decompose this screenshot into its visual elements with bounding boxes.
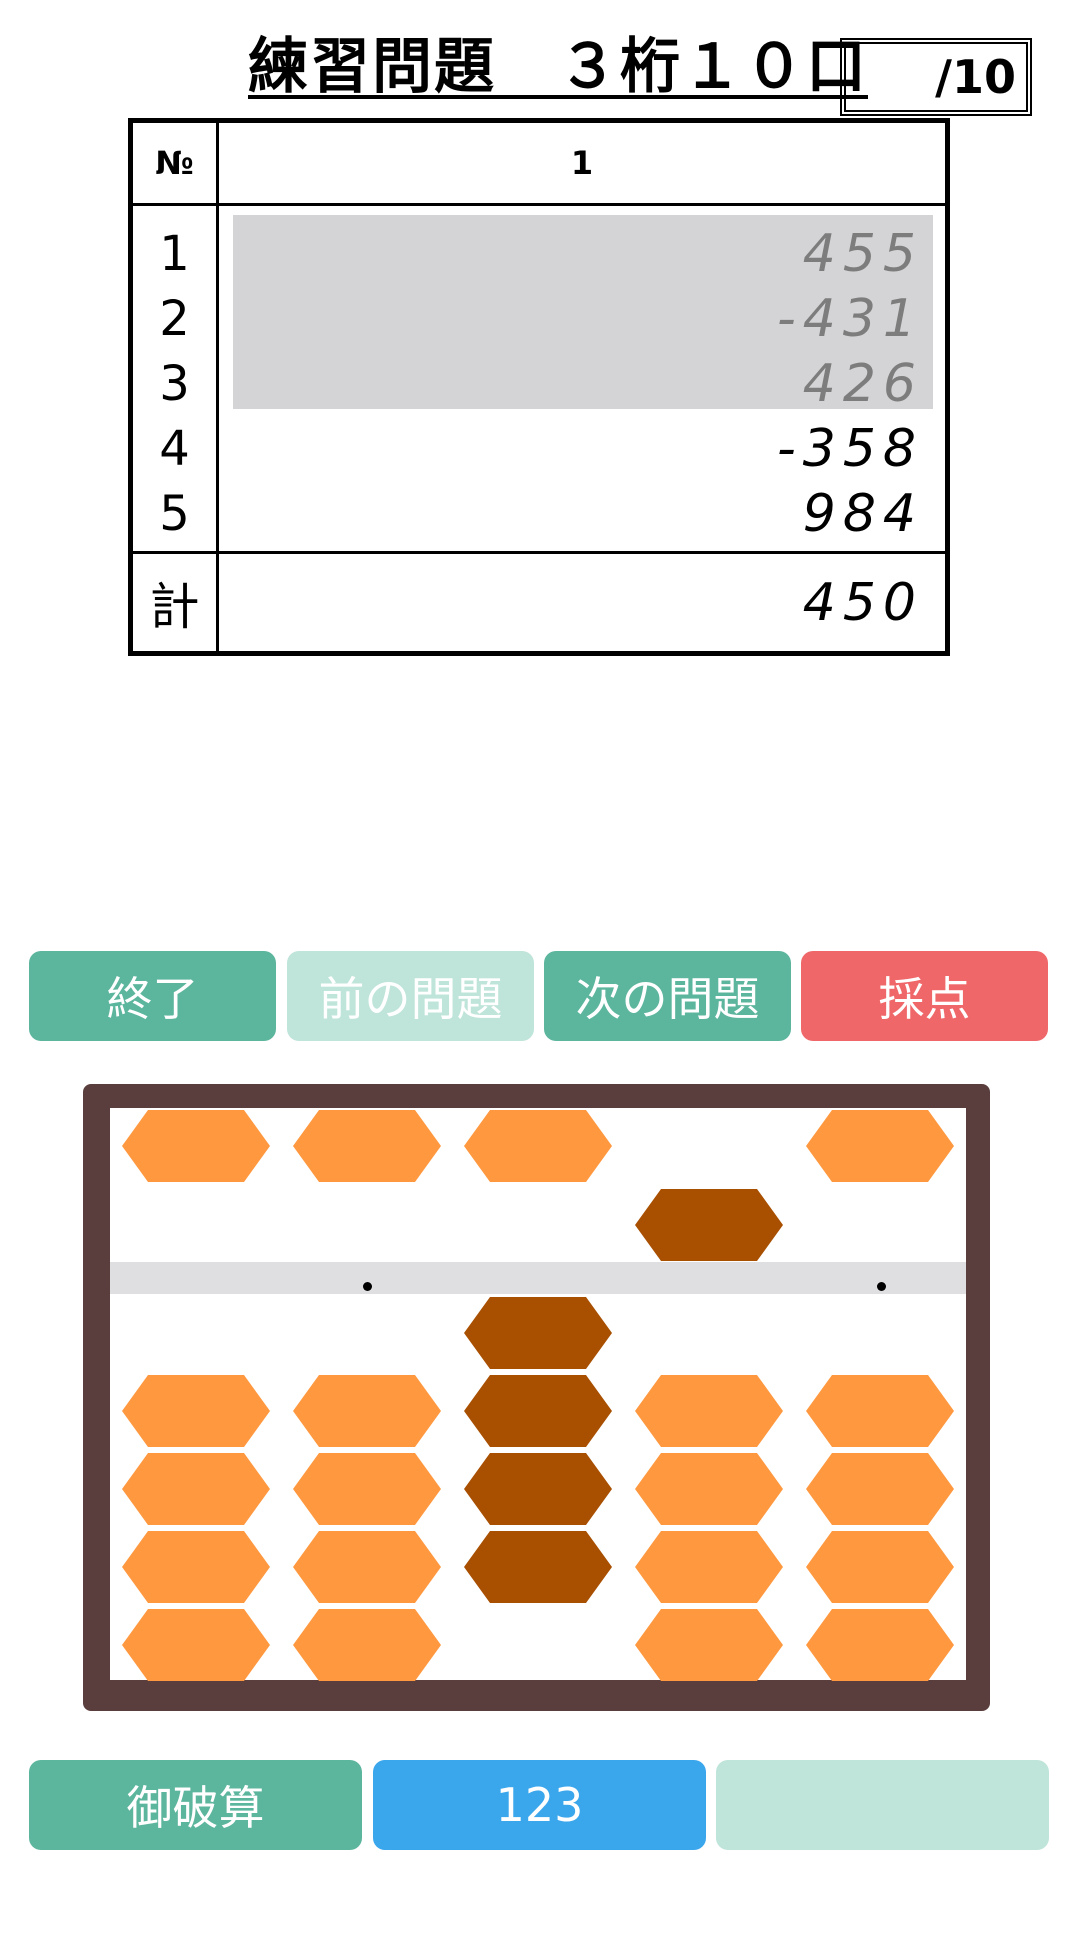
earth-bead[interactable] [293, 1453, 441, 1525]
earth-bead[interactable] [122, 1453, 270, 1525]
earth-bead[interactable] [806, 1531, 954, 1603]
blank-button[interactable] [716, 1760, 1049, 1850]
earth-bead[interactable] [464, 1375, 612, 1447]
heaven-bead[interactable] [464, 1110, 612, 1182]
earth-bead[interactable] [464, 1453, 612, 1525]
heaven-bead[interactable] [122, 1110, 270, 1182]
earth-bead[interactable] [122, 1531, 270, 1603]
earth-bead[interactable] [293, 1609, 441, 1681]
clear-abacus-button[interactable]: 御破算 [29, 1760, 362, 1850]
earth-bead[interactable] [635, 1375, 783, 1447]
earth-bead[interactable] [635, 1531, 783, 1603]
earth-bead[interactable] [122, 1609, 270, 1681]
earth-bead[interactable] [806, 1375, 954, 1447]
heaven-bead[interactable] [293, 1110, 441, 1182]
earth-bead[interactable] [464, 1297, 612, 1369]
earth-bead[interactable] [293, 1531, 441, 1603]
heaven-bead[interactable] [806, 1110, 954, 1182]
earth-bead[interactable] [806, 1453, 954, 1525]
earth-bead[interactable] [293, 1375, 441, 1447]
heaven-bead[interactable] [635, 1189, 783, 1261]
earth-bead[interactable] [806, 1609, 954, 1681]
earth-bead[interactable] [635, 1609, 783, 1681]
earth-bead[interactable] [635, 1453, 783, 1525]
earth-bead[interactable] [464, 1531, 612, 1603]
earth-bead[interactable] [122, 1375, 270, 1447]
abacus-beads[interactable] [0, 0, 1080, 1943]
number-mode-button[interactable]: 123 [373, 1760, 706, 1850]
